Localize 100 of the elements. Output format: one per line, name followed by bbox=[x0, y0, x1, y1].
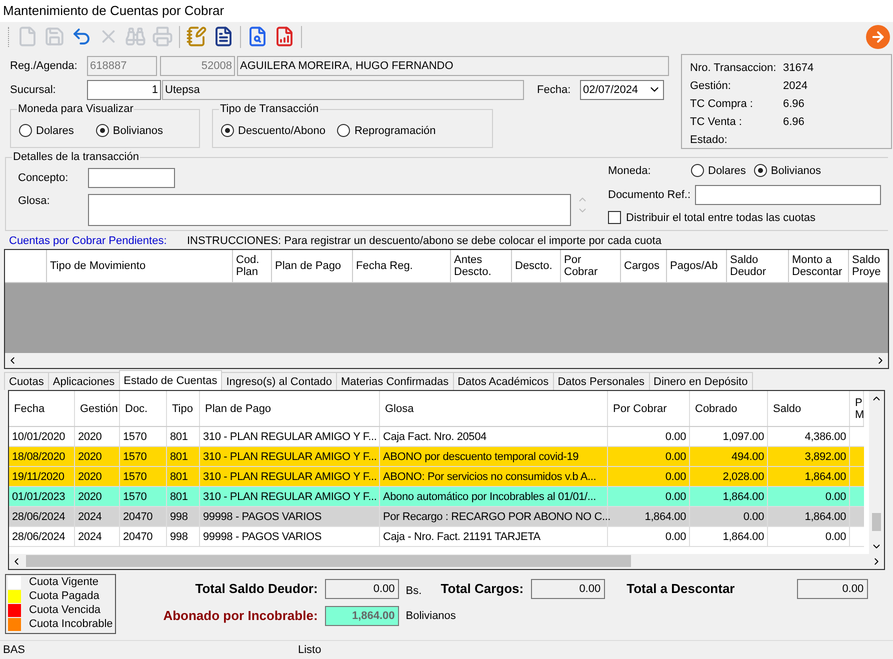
radio-option[interactable]: Dolares bbox=[19, 124, 74, 138]
preview-icon bbox=[247, 26, 268, 48]
info-label: TC Compra : bbox=[690, 96, 754, 111]
table-cell: 0.00 bbox=[608, 427, 690, 446]
binoculars-icon bbox=[125, 26, 146, 48]
table-cell: 0.00 bbox=[768, 527, 850, 546]
column-header[interactable]: Por Cobrar bbox=[561, 250, 621, 282]
new-document-icon bbox=[17, 26, 38, 48]
table-cell: 310 - PLAN REGULAR AMIGO Y F... bbox=[200, 467, 380, 486]
radio-option[interactable]: Descuento/Abono bbox=[221, 124, 326, 138]
column-header[interactable]: Saldo Deudor bbox=[727, 250, 789, 282]
field-label: Moneda: bbox=[608, 164, 652, 178]
date-picker[interactable]: 02/07/2024 bbox=[580, 80, 664, 100]
table-cell: 99998 - PAGOS VARIOS bbox=[200, 507, 380, 526]
table-row[interactable]: 28/06/2024 2024 20470 998 99998 - PAGOS VARIOS Caja - Nro. Fact. 21191 TARJETA 0.00 1,864.00 0.00 bbox=[9, 527, 864, 547]
column-header[interactable]: Fecha bbox=[9, 391, 75, 426]
column-header[interactable]: Cargos bbox=[621, 250, 667, 282]
radio-option[interactable]: Reprogramación bbox=[337, 124, 436, 138]
column-header[interactable]: Plan de Pago bbox=[272, 250, 353, 282]
table-cell: 0.00 bbox=[768, 487, 850, 506]
column-header[interactable]: Tipo de Movimiento bbox=[47, 250, 233, 282]
table-row[interactable]: 28/06/2024 2024 20470 998 99998 - PAGOS VARIOS Por Recargo : RECARGO POR ABONO NO C... 1,864.00 0.00 1,864.00 bbox=[9, 507, 864, 527]
code-field[interactable]: 618887 bbox=[87, 56, 157, 76]
column-header[interactable]: Por Cobrar bbox=[608, 391, 690, 426]
glosa-field[interactable] bbox=[88, 194, 571, 226]
column-header[interactable]: Antes Descto. bbox=[451, 250, 512, 282]
radio-option[interactable]: Dolares bbox=[691, 164, 746, 178]
radio-button[interactable] bbox=[19, 124, 32, 138]
tab[interactable]: Dinero en Depósito bbox=[648, 372, 753, 390]
field-label: Documento Ref.: bbox=[608, 188, 692, 202]
number-field[interactable]: 52008 bbox=[160, 56, 235, 76]
column-header[interactable]: Cobrado bbox=[690, 391, 768, 426]
table-cell: 2024 bbox=[75, 507, 120, 526]
table-cell: ABONO: Por servicios no consumidos v.b A... bbox=[380, 467, 608, 486]
table-row[interactable]: 18/08/2020 2020 1570 801 310 - PLAN REGULAR AMIGO Y F... ABONO por descuento temporal covid-19 0.00 494.00 3,892.00 bbox=[9, 447, 864, 467]
info-label: TC Venta : bbox=[690, 114, 743, 129]
table-row[interactable]: 19/11/2020 2020 1570 801 310 - PLAN REGULAR AMIGO Y F... ABONO: Por servicios no consumidos v.b A... 0.00 2,028.00 1,864.00 bbox=[9, 467, 864, 487]
checkbox-option[interactable]: Distribuir el total entre todas las cuotas bbox=[608, 210, 888, 225]
sucursal-field[interactable]: 1 bbox=[87, 80, 161, 100]
column-header[interactable]: Pagos/Ab bbox=[667, 250, 727, 282]
print-icon bbox=[152, 26, 173, 48]
radio-button[interactable] bbox=[221, 124, 234, 138]
documento-field[interactable] bbox=[695, 184, 881, 205]
name-field[interactable]: AGUILERA MOREIRA, HUGO FERNANDO bbox=[237, 56, 669, 76]
table-cell: 1,864.00 bbox=[690, 487, 768, 506]
column-header[interactable]: Saldo bbox=[768, 391, 850, 426]
sucursal-name-field[interactable]: Utepsa bbox=[162, 80, 524, 100]
radio-button[interactable] bbox=[754, 164, 767, 178]
column-header[interactable]: Tipo bbox=[167, 391, 200, 426]
legend-label: Cuota Pagada bbox=[29, 590, 100, 604]
column-header[interactable]: Fecha Reg. bbox=[353, 250, 451, 282]
vertical-scrollbar[interactable] bbox=[869, 391, 884, 554]
table-cell: Caja Fact. Nro. 20504 bbox=[380, 427, 608, 446]
tab[interactable]: Estado de Cuentas bbox=[118, 370, 222, 390]
table-cell: 1570 bbox=[120, 427, 167, 446]
column-header[interactable]: Gestión bbox=[75, 391, 120, 426]
column-header[interactable]: Doc. bbox=[120, 391, 167, 426]
info-value: 6.96 bbox=[783, 114, 804, 129]
column-header[interactable]: Plan de Pago bbox=[200, 391, 380, 426]
radio-option[interactable]: Bolivianos bbox=[96, 124, 164, 138]
group-title: Tipo de Transacción bbox=[219, 102, 320, 116]
total-label: Total Cargos: bbox=[440, 582, 524, 596]
info-label: Gestión: bbox=[690, 78, 732, 93]
radio-option[interactable]: Bolivianos bbox=[754, 164, 822, 178]
tab[interactable]: Ingreso(s) al Contado bbox=[221, 372, 337, 390]
column-header[interactable]: Cod. Plan bbox=[233, 250, 272, 282]
concepto-field[interactable] bbox=[88, 168, 175, 188]
column-header[interactable]: Descto. bbox=[512, 250, 561, 282]
table-cell: 801 bbox=[167, 467, 200, 486]
radio-button[interactable] bbox=[691, 164, 704, 178]
section-title: Cuentas por Cobrar Pendientes: bbox=[9, 234, 168, 248]
info-value: 6.96 bbox=[783, 96, 804, 111]
table-cell: 801 bbox=[167, 427, 200, 446]
table-cell: 01/01/2023 bbox=[9, 487, 75, 506]
column-header[interactable]: P M bbox=[850, 391, 864, 426]
table-cell: 2,028.00 bbox=[690, 467, 768, 486]
scroll-thumb[interactable] bbox=[26, 555, 631, 568]
radio-button[interactable] bbox=[337, 124, 350, 138]
column-header[interactable]: Glosa bbox=[380, 391, 608, 426]
total-label: Total a Descontar bbox=[626, 582, 736, 596]
table-row[interactable]: 10/01/2020 2020 1570 801 310 - PLAN REGULAR AMIGO Y F... Caja Fact. Nro. 20504 0.00 1,097.00 4,386.00 bbox=[9, 427, 864, 447]
column-header[interactable]: Saldo Proye bbox=[849, 250, 888, 282]
table-row[interactable]: 01/01/2023 2020 1570 801 310 - PLAN REGULAR AMIGO Y F... Abono automático por Incobrables al 01/01/... 0.00 1,864.00 0.00 bbox=[9, 487, 864, 507]
scroll-thumb[interactable] bbox=[872, 513, 881, 532]
radio-button[interactable] bbox=[96, 124, 109, 138]
checkbox[interactable] bbox=[608, 211, 621, 224]
next-button[interactable] bbox=[866, 24, 890, 49]
horizontal-scrollbar[interactable] bbox=[9, 554, 884, 569]
column-header[interactable]: Monto a Descontar bbox=[789, 250, 849, 282]
field-label: Concepto: bbox=[18, 170, 70, 185]
table-cell: 19/11/2020 bbox=[9, 467, 75, 486]
save-icon bbox=[44, 26, 65, 48]
table-cell: 1,864.00 bbox=[690, 527, 768, 546]
horizontal-scrollbar[interactable] bbox=[5, 353, 888, 368]
info-value: 31674 bbox=[783, 60, 814, 75]
unit-label: Bolivianos bbox=[406, 608, 456, 623]
tab[interactable]: Aplicaciones bbox=[48, 372, 120, 390]
total-label: Total Saldo Deudor: bbox=[194, 582, 318, 596]
tab[interactable]: Cuotas bbox=[4, 372, 49, 390]
table-cell: 2020 bbox=[75, 427, 120, 446]
